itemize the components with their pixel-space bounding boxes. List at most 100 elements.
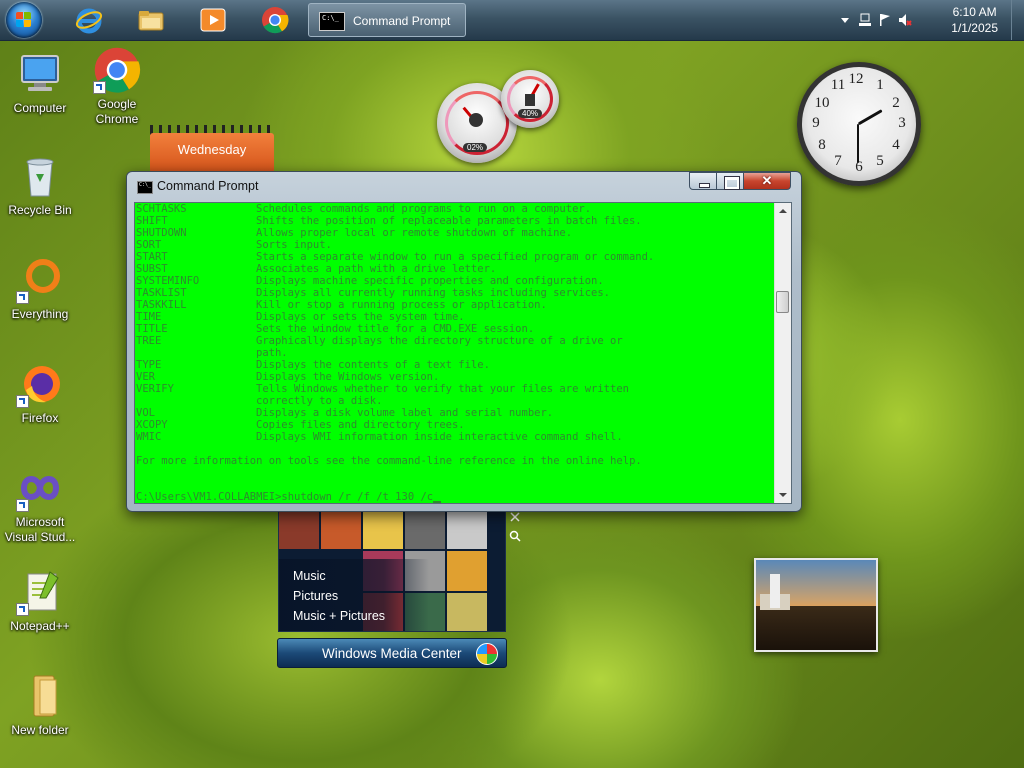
desktop-icon-visual-studio[interactable]: Microsoft Visual Stud... <box>0 464 80 545</box>
media-item-music-pictures[interactable]: Music + Pictures <box>293 609 385 623</box>
clock-time: 6:10 AM <box>952 5 997 19</box>
clock-hour-hand <box>857 109 883 126</box>
desktop-icon-new-folder[interactable]: New folder <box>0 672 80 738</box>
taskbar-media-player[interactable] <box>186 3 238 37</box>
media-center-title-bar[interactable]: Windows Media Center <box>277 638 507 668</box>
desktop-icon-recycle-bin[interactable]: Recycle Bin <box>0 152 80 218</box>
text-cursor <box>433 501 442 503</box>
cmd-icon: C:\_ <box>319 12 345 31</box>
cpu-chip-icon <box>469 113 483 127</box>
command-name: VER <box>136 371 155 383</box>
show-hidden-icons-chevron-icon[interactable] <box>838 13 852 27</box>
console-prompt[interactable]: C:\Users\VM1.COLLABMEI>shutdown /r /f /t… <box>136 491 776 503</box>
taskbar-command-prompt[interactable]: C:\_ Command Prompt <box>308 3 466 37</box>
media-center-logo-icon <box>476 643 498 665</box>
shortcut-arrow-icon <box>16 291 29 304</box>
scroll-thumb[interactable] <box>776 291 789 313</box>
start-button[interactable] <box>6 2 42 38</box>
console-line: SYSTEMINFO Displays machine specific prop… <box>136 275 776 287</box>
command-prompt-window[interactable]: C:\_ Command Prompt ✕ SCHTASKS Schedules … <box>126 171 802 512</box>
taskbar-internet-explorer[interactable] <box>62 3 114 37</box>
scroll-down-button[interactable] <box>775 487 791 503</box>
command-name: VOL <box>136 407 155 419</box>
minimize-button[interactable] <box>689 172 717 190</box>
windows-logo-icon <box>16 12 32 28</box>
desktop-icon-label: Firefox <box>21 411 59 425</box>
console-line: VOL Displays a disk volume label and seri… <box>136 407 776 419</box>
console-text: SCHTASKS Schedules commands and programs … <box>136 203 776 503</box>
clock-numeral: 1 <box>876 77 884 93</box>
desktop-icon-google-chrome[interactable]: Google Chrome <box>77 46 157 127</box>
maximize-button[interactable] <box>716 172 744 190</box>
clock-numeral: 7 <box>834 153 842 169</box>
command-name: SYSTEMINFO <box>136 275 200 287</box>
command-name: SORT <box>136 239 162 251</box>
command-name: TYPE <box>136 359 162 371</box>
command-description: Sets the window title for a CMD.EXE sess… <box>256 323 535 335</box>
visual-studio-icon <box>16 464 64 512</box>
taskbar-chrome[interactable] <box>248 3 300 37</box>
scroll-up-button[interactable] <box>775 203 791 219</box>
notepad-plus-plus-icon <box>16 568 64 616</box>
network-icon[interactable] <box>858 13 872 27</box>
desktop-icon-computer[interactable]: Computer <box>0 50 80 116</box>
clock-gadget[interactable]: 12 1 2 3 4 5 6 7 8 9 10 11 <box>797 62 921 186</box>
desktop-icon-everything[interactable]: Everything <box>0 256 80 322</box>
command-description: Shifts the position of replaceable param… <box>256 215 642 227</box>
command-name: SHIFT <box>136 215 168 227</box>
command-description: Schedules commands and programs to run o… <box>256 203 592 215</box>
media-item-music[interactable]: Music <box>293 569 326 583</box>
console-area[interactable]: SCHTASKS Schedules commands and programs … <box>134 202 792 504</box>
console-line: XCOPY Copies files and directory trees. <box>136 419 776 431</box>
command-name: SHUTDOWN <box>136 227 187 239</box>
vertical-scrollbar[interactable] <box>774 203 791 503</box>
volume-muted-icon[interactable] <box>898 13 912 27</box>
clock-numeral: 9 <box>812 115 820 131</box>
show-desktop-button[interactable] <box>1011 0 1024 40</box>
slideshow-land <box>756 606 876 650</box>
console-line: SHIFT Shifts the position of replaceable … <box>136 215 776 227</box>
desktop-icon-label: Microsoft Visual Stud... <box>4 515 76 544</box>
command-name: SCHTASKS <box>136 203 187 215</box>
command-description: Starts a separate window to run a specif… <box>256 251 655 263</box>
calendar-gadget[interactable]: Wednesday <box>150 125 274 173</box>
console-line: WMIC Displays WMI information inside inte… <box>136 431 776 443</box>
console-line: TASKKILL Kill or stop a running process o… <box>136 299 776 311</box>
console-line: TREE Graphically displays the directory s… <box>136 335 776 347</box>
clock-minute-hand <box>857 124 859 163</box>
command-name: TASKLIST <box>136 287 187 299</box>
gadget-controls[interactable] <box>508 510 522 546</box>
taskbar-cmd-label: Command Prompt <box>353 14 451 28</box>
console-line: SHUTDOWN Allows proper local or remote sh… <box>136 227 776 239</box>
clock-numeral: 4 <box>892 137 900 153</box>
clock-numeral: 6 <box>855 159 863 175</box>
chrome-icon <box>93 46 141 94</box>
media-center-gadget[interactable]: Music Pictures Music + Pictures <box>278 508 506 632</box>
media-item-pictures[interactable]: Pictures <box>293 589 338 603</box>
cpu-meter-value: 02% <box>463 143 488 152</box>
desktop-icon-label: Everything <box>11 307 69 321</box>
taskbar-explorer[interactable] <box>124 3 176 37</box>
memory-meter-gadget[interactable]: 40% <box>501 70 559 128</box>
prompt-text: C:\Users\VM1.COLLABMEI>shutdown /r /f /t… <box>136 491 434 503</box>
command-description: correctly to a disk. <box>256 395 383 407</box>
desktop-icon-label: Notepad++ <box>10 619 70 633</box>
firefox-icon <box>16 360 64 408</box>
slideshow-gadget[interactable] <box>754 558 878 652</box>
action-center-flag-icon[interactable] <box>878 13 892 27</box>
everything-search-icon <box>16 256 64 304</box>
console-line: TIME Displays or sets the system time. <box>136 311 776 323</box>
close-button[interactable]: ✕ <box>743 172 791 190</box>
console-line: START Starts a separate window to run a s… <box>136 251 776 263</box>
desktop-icon-label: Google Chrome <box>95 97 139 126</box>
desktop-icon-notepad-plus-plus[interactable]: Notepad++ <box>0 568 80 634</box>
taskbar-clock[interactable]: 6:10 AM 1/1/2025 <box>951 4 998 36</box>
desktop-icon-firefox[interactable]: Firefox <box>0 360 80 426</box>
command-name: SUBST <box>136 263 168 275</box>
console-line: correctly to a disk. <box>136 395 776 407</box>
console-line: SCHTASKS Schedules commands and programs … <box>136 203 776 215</box>
command-description: Copies files and directory trees. <box>256 419 465 431</box>
command-name: XCOPY <box>136 419 168 431</box>
window-titlebar[interactable]: C:\_ Command Prompt ✕ <box>127 172 801 200</box>
media-center-title: Windows Media Center <box>322 646 462 661</box>
